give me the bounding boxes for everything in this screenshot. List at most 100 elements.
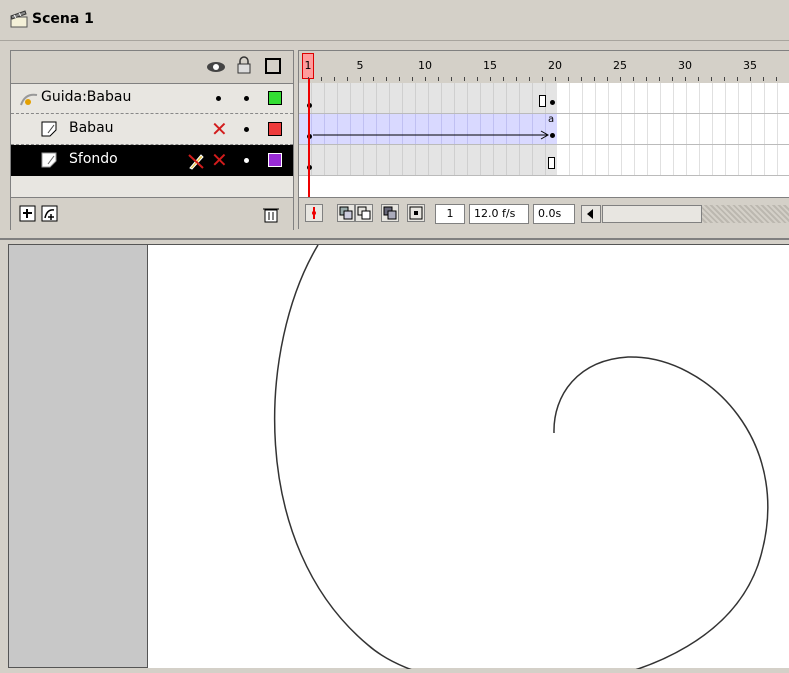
outline-color-swatch[interactable]: [268, 153, 282, 167]
ruler-number: 1: [304, 59, 312, 72]
playhead-line: [308, 79, 310, 197]
ruler-tick: [464, 77, 465, 81]
trash-icon[interactable]: [263, 206, 279, 223]
onion-markers-icon: [409, 206, 423, 220]
ruler-tick: [503, 77, 504, 81]
pasteboard: [8, 244, 148, 668]
spiral-guide-path[interactable]: [148, 244, 789, 673]
layer-row-babau[interactable]: Babau ✕: [11, 114, 293, 145]
ruler-tick: [685, 77, 686, 81]
layers-header: [11, 51, 293, 84]
ruler-tick: [516, 77, 517, 81]
visibility-dot[interactable]: [216, 96, 221, 101]
ruler-number: 30: [678, 59, 692, 72]
frames-panel: 1 5 10 15 20 25 30 35 a 1 12.0 f/s 0.0s: [298, 50, 789, 230]
scroll-thumb[interactable]: [602, 205, 702, 223]
frame-label-a: a: [548, 114, 555, 125]
lock-dot[interactable]: [244, 96, 249, 101]
add-motion-guide-icon[interactable]: [41, 205, 59, 223]
empty-frames: [557, 83, 789, 113]
layer-row-sfondo[interactable]: Sfondo ✕: [11, 145, 293, 176]
lock-icon[interactable]: [237, 56, 251, 74]
ruler-number: 25: [613, 59, 627, 72]
ruler-tick: [451, 77, 452, 81]
lock-dot[interactable]: [244, 127, 249, 132]
scene-label[interactable]: Scena 1: [32, 11, 94, 27]
ruler-number: 20: [548, 59, 562, 72]
tween-arrow: [313, 130, 550, 140]
pencil-icon: [188, 154, 204, 170]
clapperboard-icon: [10, 10, 28, 28]
ruler-tick: [750, 77, 751, 81]
hidden-x-icon[interactable]: ✕: [211, 150, 228, 170]
center-frame-button[interactable]: [305, 204, 323, 222]
add-layer-icon[interactable]: [19, 205, 37, 223]
current-frame-field[interactable]: 1: [435, 204, 465, 224]
outline-color-swatch[interactable]: [268, 91, 282, 105]
ruler-tick: [555, 77, 556, 81]
ruler-tick: [490, 77, 491, 81]
ruler-tick: [776, 77, 777, 81]
ruler-tick: [412, 77, 413, 81]
frame-row-guida[interactable]: [299, 83, 789, 114]
end-frame-marker: [548, 157, 555, 169]
ruler-tick: [659, 77, 660, 81]
ruler-tick: [568, 77, 569, 81]
keyframe[interactable]: [550, 100, 555, 105]
ruler-number: 15: [483, 59, 497, 72]
frame-row-babau[interactable]: a: [299, 114, 789, 145]
ruler-tick: [529, 77, 530, 81]
ruler-tick: [737, 77, 738, 81]
ruler-tick: [334, 77, 335, 81]
ruler-tick: [620, 77, 621, 81]
keyframe[interactable]: [550, 133, 555, 138]
outline-color-swatch[interactable]: [268, 122, 282, 136]
scroll-left-button[interactable]: [581, 205, 601, 223]
ruler-tick: [373, 77, 374, 81]
onion-skin-icon: [339, 206, 353, 220]
layers-footer: [11, 197, 293, 230]
frames-footer: 1 12.0 f/s 0.0s: [299, 197, 789, 230]
ruler-tick: [607, 77, 608, 81]
frame-rate-field[interactable]: 12.0 f/s: [469, 204, 529, 224]
onion-outline-icon: [357, 206, 371, 220]
ruler-number: 10: [418, 59, 432, 72]
layer-icon: [41, 121, 57, 137]
outline-square-icon[interactable]: [265, 58, 281, 74]
left-arrow-icon: [587, 209, 593, 219]
empty-frames: [557, 114, 789, 144]
edit-multiple-frames-button[interactable]: [381, 204, 399, 222]
scene-bar: Scena 1: [0, 0, 789, 41]
ruler-number: 5: [356, 59, 364, 72]
modify-onion-markers-button[interactable]: [407, 204, 425, 222]
stage[interactable]: [148, 244, 789, 673]
eye-icon[interactable]: [206, 59, 226, 73]
frame-row-sfondo[interactable]: [299, 145, 789, 176]
layer-name: Sfondo: [69, 151, 118, 167]
layer-row-guida[interactable]: Guida:Babau: [11, 83, 293, 114]
frame-span: [299, 145, 557, 175]
end-frame-marker: [539, 95, 546, 107]
frame-ruler[interactable]: 1 5 10 15 20 25 30 35: [299, 51, 789, 84]
ruler-tick: [438, 77, 439, 81]
empty-frames: [557, 145, 789, 175]
onion-skin-button[interactable]: [337, 204, 355, 222]
onion-skin-outlines-button[interactable]: [355, 204, 373, 222]
edit-multiple-frames-icon: [383, 206, 397, 220]
ruler-tick: [646, 77, 647, 81]
ruler-tick: [698, 77, 699, 81]
scroll-track[interactable]: [702, 205, 789, 223]
ruler-tick: [386, 77, 387, 81]
ruler-tick: [399, 77, 400, 81]
ruler-tick: [581, 77, 582, 81]
lock-dot[interactable]: [244, 158, 249, 163]
ruler-tick: [360, 77, 361, 81]
hidden-x-icon[interactable]: ✕: [211, 119, 228, 139]
ruler-tick: [711, 77, 712, 81]
ruler-tick: [425, 77, 426, 81]
elapsed-time-field[interactable]: 0.0s: [533, 204, 575, 224]
ruler-tick: [321, 77, 322, 81]
motion-guide-icon: [20, 93, 38, 106]
ruler-tick: [477, 77, 478, 81]
frame-span: [299, 83, 557, 113]
